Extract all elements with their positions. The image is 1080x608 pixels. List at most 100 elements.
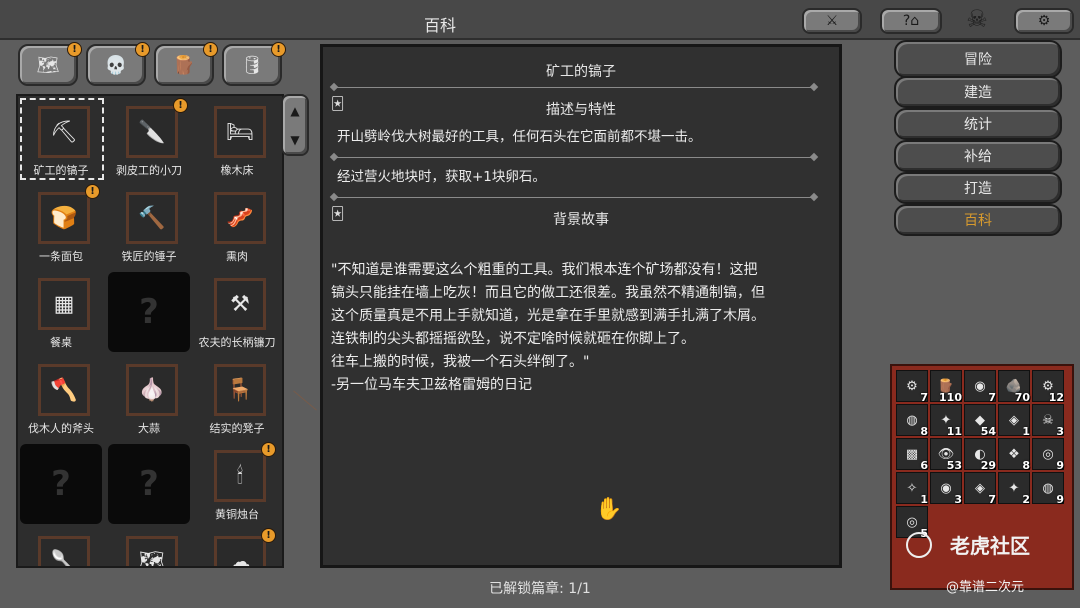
grid-item[interactable]: ⚒ 农夫的长柄镰刀 [194, 268, 280, 354]
inventory-slot[interactable]: ◉ 3 [930, 472, 962, 506]
resource-count: 11 [946, 425, 962, 438]
resource-count: 1 [920, 493, 928, 506]
resource-count: 29 [980, 459, 996, 472]
item-icon: 🥓 [214, 192, 266, 244]
item-label: 矿工的镐子 [33, 164, 89, 177]
gear-icon[interactable]: ⚙ [1014, 8, 1074, 34]
barrel-icon: 🛢 [240, 54, 264, 76]
swords-icon[interactable]: ⚔ [802, 8, 862, 34]
inventory-slot[interactable]: ☠ 3 [1032, 404, 1064, 438]
detail-title: 矿工的镐子 [546, 64, 616, 80]
inventory-slot[interactable]: ◍ 9 [1032, 472, 1064, 506]
grid-item[interactable]: 🪑 结实的凳子 [194, 354, 280, 440]
item-icon: 🥄 [38, 536, 90, 566]
grid-item[interactable]: ⛏ 矿工的镐子 [18, 96, 104, 182]
tab-skull-helmet[interactable]: 💀! [86, 42, 150, 86]
resource-icon: ◈ [975, 480, 985, 496]
scroll-down-icon[interactable]: ▼ [290, 133, 299, 147]
tab-map[interactable]: 🗺! [18, 42, 82, 86]
inventory-slot[interactable]: ⚙ 12 [1032, 370, 1064, 404]
resource-count: 6 [920, 459, 928, 472]
item-label: 大蒜 [138, 422, 160, 435]
item-icon: 🔪 [126, 106, 178, 158]
resource-count: 12 [1048, 391, 1064, 404]
grid-item[interactable]: ? [106, 440, 192, 526]
grid-item[interactable]: 🍞 一条面包! [18, 182, 104, 268]
grid-item[interactable]: 🔨 铁匠的锤子 [106, 182, 192, 268]
item-label: 熏肉 [226, 250, 248, 263]
item-icon: ☁ [214, 536, 266, 566]
inventory-slot[interactable]: ✧ 1 [896, 472, 928, 506]
alert-badge: ! [173, 98, 188, 113]
grid-item[interactable]: ? [18, 440, 104, 526]
tab-barrel[interactable]: 🛢! [222, 42, 286, 86]
grid-item[interactable]: 🛏 橡木床 [194, 96, 280, 182]
alert-badge: ! [85, 184, 100, 199]
alert-badge: ! [271, 42, 286, 57]
inventory-slot[interactable]: ▩ 6 [896, 438, 928, 472]
resource-icon: ◈ [1009, 412, 1019, 428]
description-text: 开山劈岭伐大树最好的工具，任何石头在它面前都不堪一击。 [337, 129, 702, 145]
inventory-slot[interactable]: ✦ 2 [998, 472, 1030, 506]
resource-count: 2 [1022, 493, 1030, 506]
help-icon[interactable]: ?⌂ [880, 8, 942, 34]
grid-item[interactable]: 🥓 熏肉 [194, 182, 280, 268]
inventory-slot[interactable]: ◈ 1 [998, 404, 1030, 438]
grid-item[interactable]: 🔪 剥皮工的小刀! [106, 96, 192, 182]
alert-badge: ! [203, 42, 218, 57]
divider [333, 197, 815, 198]
resource-icon: 🪵 [172, 54, 196, 76]
inventory-slot[interactable]: ◎ 9 [1032, 438, 1064, 472]
watermark-sub: @靠谱二次元 [946, 580, 1025, 595]
locked-slot: ? [20, 444, 102, 524]
effect-text: 经过营火地块时，获取+1块卵石。 [337, 169, 546, 185]
inventory-slot[interactable]: ◐ 29 [964, 438, 996, 472]
grid-item[interactable]: 🪓 伐木人的斧头 [18, 354, 104, 440]
cursor-icon: ✋ [595, 497, 623, 522]
alert-badge: ! [135, 42, 150, 57]
tab-resource[interactable]: 🪵! [154, 42, 218, 86]
inventory-slot[interactable]: ✦ 11 [930, 404, 962, 438]
item-label: 剥皮工的小刀 [116, 164, 182, 177]
inventory-slot[interactable]: ◉ 7 [964, 370, 996, 404]
grid-item[interactable]: 🕯 黄铜烛台! [194, 440, 280, 526]
window-title: 百科 [423, 16, 456, 35]
inventory-slot[interactable]: ◆ 54 [964, 404, 996, 438]
item-icon: ⚒ [214, 278, 266, 330]
inventory-slot[interactable]: ❖ 8 [998, 438, 1030, 472]
inventory-slot[interactable]: 👁 53 [930, 438, 962, 472]
inventory-slot[interactable]: 🪨 70 [998, 370, 1030, 404]
menu-button-0[interactable]: 冒险 [894, 40, 1062, 78]
grid-item[interactable]: ☁! [194, 526, 280, 566]
resource-icon: ✧ [906, 480, 918, 496]
menu-button-3[interactable]: 补给 [894, 140, 1062, 172]
inventory-slot[interactable]: ◍ 8 [896, 404, 928, 438]
item-icon: 🛏 [214, 106, 266, 158]
item-label: 一条面包 [39, 250, 83, 263]
resource-icon: ✦ [1008, 480, 1020, 496]
resource-icon: ◉ [974, 378, 986, 394]
scroll-up-icon[interactable]: ▲ [290, 104, 299, 118]
grid-scrollbar[interactable]: ▲ ▼ [281, 94, 309, 156]
grid-item[interactable]: ▦ 餐桌 [18, 268, 104, 354]
menu-button-4[interactable]: 打造 [894, 172, 1062, 204]
inventory-slot[interactable]: ◈ 7 [964, 472, 996, 506]
resource-count: 3 [954, 493, 962, 506]
item-label: 餐桌 [50, 336, 72, 349]
inventory-slot[interactable]: ⚙ 7 [896, 370, 928, 404]
menu-button-1[interactable]: 建造 [894, 76, 1062, 108]
item-label: 结实的凳子 [209, 422, 265, 435]
resource-count: 8 [1022, 459, 1030, 472]
grid-item[interactable]: 🗺 [106, 526, 192, 566]
grid-item[interactable]: 🥄 [18, 526, 104, 566]
grid-item[interactable]: 🧄 大蒜 [106, 354, 192, 440]
inventory-slot[interactable]: 🪵 110 [930, 370, 962, 404]
divider [333, 87, 815, 88]
resource-icon: ◉ [940, 480, 952, 496]
menu-button-2[interactable]: 统计 [894, 108, 1062, 140]
menu-button-5[interactable]: 百科 [894, 204, 1062, 236]
grid-item[interactable]: ? [106, 268, 192, 354]
resource-count: 7 [988, 493, 996, 506]
alert-badge: ! [261, 528, 276, 543]
resource-count: 53 [946, 459, 962, 472]
